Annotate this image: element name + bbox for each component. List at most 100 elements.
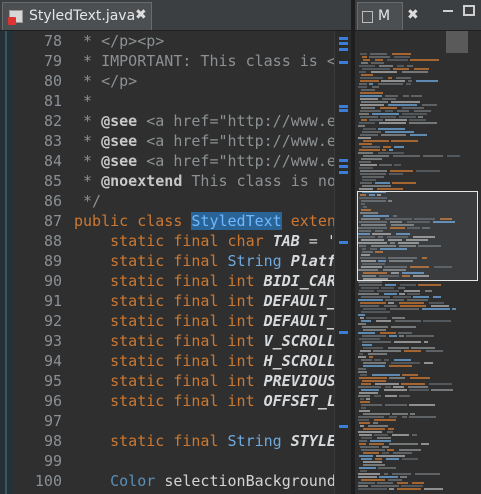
minimap-code-stroke (360, 350, 371, 352)
code-line[interactable]: 91 static final int DEFAULT_W (14, 291, 334, 311)
minimap-code-stroke (393, 68, 409, 70)
code-line[interactable]: 84 * @see <a href="http://www.ec (14, 151, 334, 171)
minimap-code-stroke (368, 425, 388, 427)
code-line[interactable]: 93 static final int V_SCROLL (14, 331, 334, 351)
minimap-code-stroke (418, 116, 423, 118)
line-text: static final int PREVIOUS (74, 371, 334, 391)
occurrence-marker[interactable] (339, 165, 348, 168)
code-line[interactable]: 80 * </p> (14, 71, 334, 91)
occurrence-marker[interactable] (339, 425, 348, 428)
occurrence-marker[interactable] (339, 42, 348, 45)
minimap-code-stroke (358, 371, 367, 373)
minimap-code-stroke (359, 392, 378, 394)
code-line[interactable]: 90 static final int BIDI_CAR (14, 271, 334, 291)
code-token: static final (74, 292, 228, 310)
occurrence-marker[interactable] (339, 105, 348, 108)
minimap-icon (362, 11, 373, 23)
code-line[interactable]: 89 static final String Platfo (14, 251, 334, 271)
code-line[interactable]: 95 static final int PREVIOUS (14, 371, 334, 391)
minimap-viewport[interactable] (357, 191, 478, 281)
occurrence-marker[interactable] (339, 241, 348, 244)
code-line[interactable]: 86 */ (14, 191, 334, 211)
code-line[interactable]: 100 Color selectionBackground (14, 471, 334, 491)
tab-minimap[interactable]: M ✖ (357, 2, 419, 30)
minimap-code-stroke (372, 86, 379, 88)
minimap-code-stroke (391, 101, 420, 103)
line-number: 85 (43, 172, 62, 190)
minimap-code-stroke (359, 83, 367, 85)
minimap-code-stroke (361, 383, 371, 385)
occurrence-marker[interactable] (339, 37, 348, 40)
line-text: static final int H_SCROLL (74, 351, 334, 371)
minimap-code-stroke (382, 452, 389, 454)
minimap-code-stroke (363, 140, 389, 142)
occurrence-marker[interactable] (339, 109, 348, 112)
minimap-code-stroke (384, 359, 389, 361)
line-text: Color selectionBackground (74, 471, 334, 491)
minimap-code-stroke (415, 473, 440, 475)
minimap-code-stroke (361, 359, 372, 361)
minimap-code-stroke (377, 482, 393, 484)
close-minimap-icon[interactable]: ✖ (407, 7, 419, 23)
line-text: * </p> (74, 71, 137, 91)
minimap-code-stroke (359, 167, 373, 169)
occurrence-marker[interactable] (339, 48, 348, 51)
code-line[interactable]: 87 public class StyledText exten (14, 211, 334, 231)
minimap-code-stroke (389, 416, 397, 418)
minimap-code-stroke (393, 155, 420, 157)
minimap-code-stroke (389, 488, 394, 490)
minimap-code-stroke (363, 452, 379, 454)
code-token: * (74, 92, 93, 110)
code-line[interactable]: 94 static final int H_SCROLL (14, 351, 334, 371)
code-line[interactable]: 88 static final char TAB = ' (14, 231, 334, 251)
minimap-code-stroke (369, 119, 383, 121)
code-line[interactable]: 83 * @see <a href="http://www.ec (14, 131, 334, 151)
minimap-code-stroke (400, 284, 416, 286)
code-line[interactable]: 85 * @noextend This class is not (14, 171, 334, 191)
minimap-code-stroke (358, 86, 367, 88)
code-line[interactable]: 78 * </p><p> (14, 31, 334, 51)
minimap-code-stroke (358, 281, 382, 283)
code-area[interactable]: 78 * </p><p> 79 * IMPORTANT: This class i… (14, 31, 334, 494)
line-text: * @see <a href="http://www.ec (74, 131, 334, 151)
minimap-code-stroke (376, 455, 405, 457)
minimap-code-stroke (358, 482, 375, 484)
code-line[interactable]: 79 * IMPORTANT: This class is < (14, 51, 334, 71)
code-line[interactable]: 96 static final int OFFSET_L (14, 391, 334, 411)
occurrence-marker[interactable] (339, 171, 348, 174)
minimap-code-stroke (360, 104, 384, 106)
minimap-code-stroke (384, 293, 397, 295)
code-line[interactable]: 81 * (14, 91, 334, 111)
minimap-code-stroke (414, 68, 429, 70)
minimize-icon[interactable] (441, 3, 455, 17)
maximize-icon[interactable] (463, 5, 475, 16)
minimap-code-stroke (399, 116, 416, 118)
code-line[interactable]: 98 static final String STYLE (14, 431, 334, 451)
tab-styledtext-java[interactable]: StyledText.java ✖ (2, 2, 152, 30)
minimap-code-stroke (397, 65, 404, 67)
code-token: static final (74, 432, 228, 450)
minimap-code-stroke (360, 446, 379, 448)
line-number: 91 (43, 292, 62, 310)
code-token: V_SCROLL (263, 332, 334, 350)
overview-ruler[interactable] (334, 31, 352, 494)
minimap-code-stroke (407, 293, 420, 295)
minimap-code-stroke (359, 65, 375, 67)
code-line[interactable]: 82 * @see <a href="http://www.ec (14, 111, 334, 131)
minimap-code-stroke (358, 485, 368, 487)
code-line[interactable]: 97 (14, 411, 334, 431)
minimap-code-stroke (363, 155, 389, 157)
close-tab-icon[interactable]: ✖ (135, 7, 147, 23)
occurrence-marker[interactable] (339, 159, 348, 162)
code-line[interactable]: 99 (14, 451, 334, 471)
code-line[interactable]: 92 static final int DEFAULT_H (14, 311, 334, 331)
minimap-code-stroke (360, 401, 370, 403)
occurrence-marker[interactable] (339, 331, 348, 334)
occurrence-marker[interactable] (339, 61, 348, 64)
code-token: static final (74, 332, 228, 350)
minimap-code-stroke (360, 302, 386, 304)
minimap-scroll-thumb[interactable] (446, 31, 468, 53)
minimap-code-stroke (398, 332, 412, 334)
editor-tab-bar: StyledText.java ✖ (0, 0, 351, 31)
minimap-body[interactable] (355, 31, 481, 494)
